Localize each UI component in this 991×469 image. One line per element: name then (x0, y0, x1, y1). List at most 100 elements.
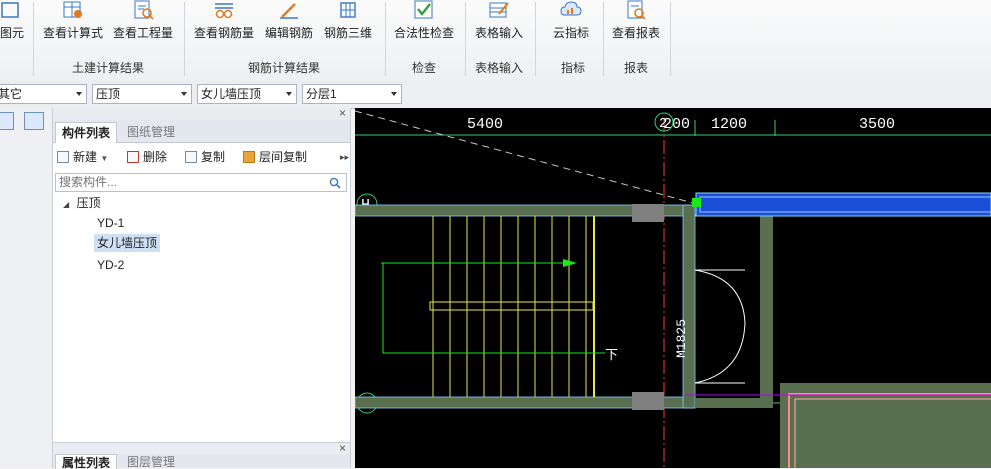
checkmark-icon (414, 0, 433, 19)
group-separator (670, 2, 671, 76)
list-view-icon[interactable] (0, 112, 14, 130)
rebar-cage-icon (340, 2, 356, 18)
drawing-canvas[interactable]: 5400 200 1200 3500 H G 2 M1825 (355, 108, 991, 468)
search-input[interactable] (56, 174, 322, 190)
report-search-icon (627, 0, 646, 20)
dimension-3500: 3500 (859, 116, 895, 133)
view-report-button[interactable]: 查看报表 (610, 0, 662, 44)
group-table-input: 表格输入 (474, 61, 523, 75)
formula-table-icon (63, 1, 82, 18)
delete-button[interactable]: 删除 (127, 148, 167, 166)
view-quantity-label: 查看工程量 (112, 26, 173, 40)
stair-treads (432, 216, 587, 397)
copy-icon (185, 151, 197, 163)
view-report-label: 查看报表 (611, 26, 660, 40)
collapse-icon[interactable]: ◢ (63, 200, 69, 209)
panel-header-strip: × (53, 106, 350, 120)
search-icon[interactable] (329, 177, 341, 189)
tree-item-yd2[interactable]: YD-2 (97, 256, 124, 274)
tab-drawing-management[interactable]: 图纸管理 (121, 122, 181, 142)
properties-tabs: 属性列表 图层管理 (53, 454, 350, 469)
group-index: 指标 (560, 61, 585, 75)
table-input-button[interactable]: 表格输入 (473, 0, 525, 44)
edit-rebar-label: 编辑钢筋 (264, 26, 313, 40)
group-rebar-results: 钢筋计算结果 (247, 61, 320, 75)
close-icon[interactable]: × (339, 106, 346, 120)
type-dropdown-value: 其它 (0, 87, 23, 101)
panel-tabs: 构件列表 图纸管理 (53, 120, 350, 143)
rebar-glasses-icon (215, 3, 233, 19)
table-input-label: 表格输入 (474, 26, 523, 40)
chevron-down-icon: ▼ (100, 154, 109, 163)
floor-copy-label: 层间复制 (259, 150, 308, 164)
new-doc-icon (57, 151, 69, 163)
category-dropdown-value: 压顶 (96, 87, 121, 101)
dimension-5400: 5400 (467, 116, 503, 133)
cloud-index-label: 云指标 (552, 26, 589, 40)
component-dropdown-value: 女儿墙压顶 (201, 87, 262, 101)
panel-toolbar: 新建 ▼ 删除 复制 层间复制 ▸▸ (53, 144, 350, 170)
rebar-3d-button[interactable]: 钢筋三维 (322, 0, 374, 44)
view-formula-button[interactable]: 查看计算式 (42, 0, 104, 44)
table-edit-icon (489, 2, 509, 18)
validity-check-button[interactable]: 合法性检查 (392, 0, 456, 44)
dimension-1200: 1200 (711, 116, 747, 133)
group-separator (603, 2, 604, 76)
group-separator (33, 2, 34, 76)
delete-label: 删除 (143, 150, 168, 164)
tab-component-list[interactable]: 构件列表 (55, 122, 118, 143)
view-rebar-quantity-label: 查看钢筋量 (193, 26, 254, 40)
view-rebar-quantity-button[interactable]: 查看钢筋量 (193, 0, 255, 44)
group-check: 检查 (411, 61, 436, 75)
axis-label-2: 2 (659, 116, 667, 132)
stair-down-label: 下 (605, 348, 618, 363)
edit-pencil-icon (280, 3, 298, 19)
copy-label: 复制 (201, 150, 226, 164)
group-separator (385, 2, 386, 76)
edit-rebar-button[interactable]: 编辑钢筋 (263, 0, 315, 44)
more-icon[interactable]: ▸▸ (340, 148, 349, 166)
view-quantity-button[interactable]: 查看工程量 (112, 0, 174, 44)
copy-button[interactable]: 复制 (185, 148, 225, 166)
delete-icon (127, 151, 139, 163)
tree-item-parapet-coping[interactable]: 女儿墙压顶 (94, 234, 161, 252)
floor-copy-icon (243, 151, 255, 163)
category-dropdown[interactable]: 压顶 (92, 84, 192, 104)
element-icon (1, 2, 19, 18)
layer-dropdown[interactable]: 分层1 (302, 84, 402, 104)
door-label-m1825: M1825 (674, 319, 689, 358)
chevron-down-icon (76, 92, 82, 96)
new-button[interactable]: 新建 ▼ (57, 148, 108, 166)
group-civil-results: 土建计算结果 (71, 61, 144, 75)
new-label: 新建 (73, 150, 98, 164)
group-separator (184, 2, 185, 76)
tree-item-yd1[interactable]: YD-1 (97, 214, 124, 232)
card-view-icon[interactable] (24, 112, 44, 130)
filter-bar: 其它 压顶 女儿墙压顶 分层1 (0, 80, 991, 109)
cloud-index-button[interactable]: 云指标 (547, 0, 595, 44)
tab-property-list[interactable]: 属性列表 (55, 454, 118, 469)
tree-root-label: 压顶 (76, 196, 101, 210)
floor-copy-button[interactable]: 层间复制 (243, 148, 307, 166)
component-dropdown[interactable]: 女儿墙压顶 (197, 84, 297, 104)
tab-layer-management[interactable]: 图层管理 (121, 454, 181, 468)
cad-drawing: 5400 200 1200 3500 H G 2 M1825 (355, 110, 991, 468)
close-icon[interactable]: × (339, 441, 346, 455)
chevron-down-icon (391, 92, 397, 96)
group-separator (465, 2, 466, 76)
ribbon: 图元 查看计算式 查看工程量 土建计算结果 查看钢筋量 编辑钢筋 钢筋三维 钢筋… (0, 0, 991, 81)
chevron-down-icon (286, 92, 292, 96)
chevron-down-icon (181, 92, 187, 96)
view-formula-label: 查看计算式 (42, 26, 103, 40)
validity-check-label: 合法性检查 (393, 26, 454, 40)
quantity-search-icon (134, 0, 154, 20)
group-separator (535, 2, 536, 76)
search-box (55, 173, 347, 192)
type-dropdown[interactable]: 其它 (0, 84, 87, 104)
left-toolstrip (0, 108, 53, 468)
layer-dropdown-value: 分层1 (306, 87, 337, 101)
component-panel: × 构件列表 图纸管理 新建 ▼ 删除 复制 层间复制 ▸▸ ◢ 压顶 YD-1… (53, 106, 351, 469)
element-button[interactable]: 图元 (0, 0, 24, 44)
group-report: 报表 (623, 61, 648, 75)
tree-root[interactable]: ◢ 压顶 (63, 194, 101, 212)
